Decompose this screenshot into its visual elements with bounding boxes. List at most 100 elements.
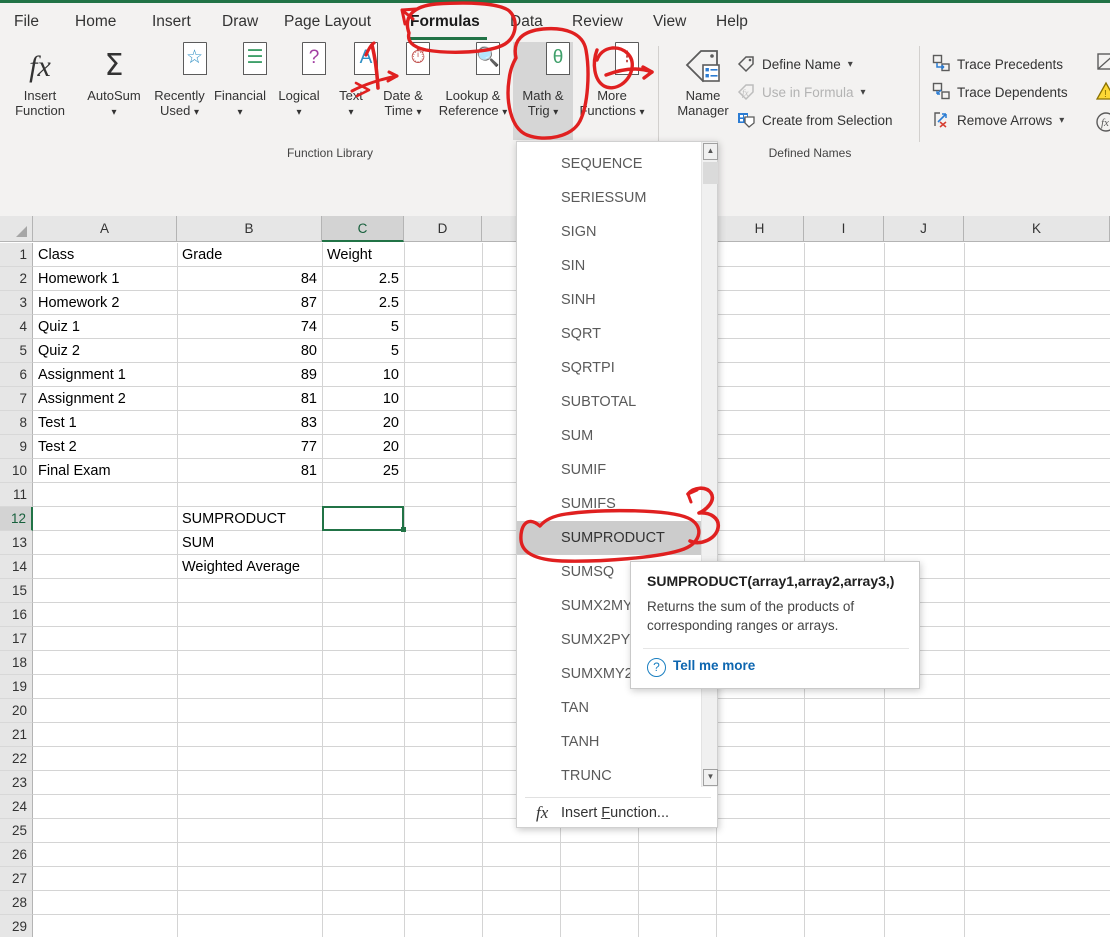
menu-item-trunc[interactable]: TRUNC	[517, 759, 703, 793]
row-header-11[interactable]: 11	[0, 483, 33, 507]
menu-item-sumifs[interactable]: SUMIFS	[517, 487, 703, 521]
row-header-16[interactable]: 16	[0, 603, 33, 627]
cell-B8[interactable]: 83	[178, 411, 321, 435]
ribbon-tab-view[interactable]: View	[644, 4, 695, 40]
cell-A4[interactable]: Quiz 1	[34, 315, 176, 339]
menu-item-seriessum[interactable]: SERIESSUM	[517, 181, 703, 215]
ribbon-tab-draw[interactable]: Draw	[213, 4, 267, 40]
row-header-17[interactable]: 17	[0, 627, 33, 651]
row-header-18[interactable]: 18	[0, 651, 33, 675]
formula-auditing-clipped-icons[interactable]: ! fx	[1096, 50, 1110, 140]
row-header-24[interactable]: 24	[0, 795, 33, 819]
menu-item-sqrt[interactable]: SQRT	[517, 317, 703, 351]
row-header-7[interactable]: 7	[0, 387, 33, 411]
cell-A3[interactable]: Homework 2	[34, 291, 176, 315]
ribbon-command-define-name[interactable]: Define Name ▾	[737, 52, 853, 76]
menu-item-sign[interactable]: SIGN	[517, 215, 703, 249]
ribbon-command-trace-dependents[interactable]: Trace Dependents	[932, 80, 1068, 104]
menu-item-tan[interactable]: TAN	[517, 691, 703, 725]
cell-B7[interactable]: 81	[178, 387, 321, 411]
cell-B13[interactable]: SUM	[178, 531, 321, 555]
ribbon-button-recently-used[interactable]: ☆ Recently Used ▾	[148, 42, 211, 140]
cell-B5[interactable]: 80	[178, 339, 321, 363]
ribbon-button-financial[interactable]: ☰ Financial ▾	[210, 42, 270, 140]
cell-C8[interactable]: 20	[323, 411, 403, 435]
ribbon-tab-help[interactable]: Help	[707, 4, 757, 40]
cell-C6[interactable]: 10	[323, 363, 403, 387]
row-header-20[interactable]: 20	[0, 699, 33, 723]
select-all-corner[interactable]	[0, 216, 33, 242]
ribbon-tab-page-layout[interactable]: Page Layout	[275, 4, 380, 40]
fill-handle[interactable]	[401, 527, 406, 532]
cell-C3[interactable]: 2.5	[323, 291, 403, 315]
menu-item-sum[interactable]: SUM	[517, 419, 703, 453]
ribbon-tab-formulas[interactable]: Formulas	[401, 4, 489, 40]
column-header-H[interactable]: H	[716, 216, 804, 242]
cell-B10[interactable]: 81	[178, 459, 321, 483]
ribbon-button-lookup-reference[interactable]: 🔍 Lookup & Reference ▾	[434, 42, 512, 140]
ribbon-command-remove-arrows[interactable]: Remove Arrows ▾	[932, 108, 1064, 132]
menu-item-tanh[interactable]: TANH	[517, 725, 703, 759]
menu-item-sin[interactable]: SIN	[517, 249, 703, 283]
row-header-10[interactable]: 10	[0, 459, 33, 483]
cell-B12[interactable]: SUMPRODUCT	[178, 507, 321, 531]
ribbon-tab-file[interactable]: File	[5, 4, 48, 40]
row-header-15[interactable]: 15	[0, 579, 33, 603]
cell-A7[interactable]: Assignment 2	[34, 387, 176, 411]
ribbon-button-insert-function[interactable]: fx Insert Function	[6, 42, 74, 140]
cell-C9[interactable]: 20	[323, 435, 403, 459]
cell-B1[interactable]: Grade	[178, 243, 321, 267]
scroll-down-arrow-icon[interactable]: ▼	[703, 769, 718, 786]
column-header-D[interactable]: D	[404, 216, 482, 242]
row-header-1[interactable]: 1	[0, 243, 33, 267]
column-header-B[interactable]: B	[177, 216, 322, 242]
cell-C4[interactable]: 5	[323, 315, 403, 339]
ribbon-button-autosum[interactable]: Σ AutoSum ▾	[80, 42, 148, 140]
row-header-2[interactable]: 2	[0, 267, 33, 291]
math-trig-dropdown-menu[interactable]: SEQUENCE SERIESSUM SIGN SIN SINH SQRT SQRTPI SU…	[516, 141, 718, 828]
row-header-23[interactable]: 23	[0, 771, 33, 795]
row-header-3[interactable]: 3	[0, 291, 33, 315]
row-header-9[interactable]: 9	[0, 435, 33, 459]
row-header-12[interactable]: 12	[0, 507, 33, 531]
ribbon-tab-review[interactable]: Review	[563, 4, 632, 40]
row-header-6[interactable]: 6	[0, 363, 33, 387]
ribbon-button-logical[interactable]: ? Logical ▾	[270, 42, 328, 140]
row-header-8[interactable]: 8	[0, 411, 33, 435]
function-list[interactable]: SEQUENCE SERIESSUM SIGN SIN SINH SQRT SQRTPI SU…	[517, 147, 703, 792]
row-header-21[interactable]: 21	[0, 723, 33, 747]
ribbon-button-more-functions[interactable]: ⁝ More Functions ▾	[575, 42, 649, 140]
column-header-I[interactable]: I	[804, 216, 884, 242]
cell-A1[interactable]: Class	[34, 243, 176, 267]
cell-C1[interactable]: Weight	[323, 243, 403, 267]
row-header-13[interactable]: 13	[0, 531, 33, 555]
cell-B2[interactable]: 84	[178, 267, 321, 291]
ribbon-command-use-in-formula[interactable]: fx Use in Formula ▾	[737, 80, 866, 104]
cell-B3[interactable]: 87	[178, 291, 321, 315]
row-header-5[interactable]: 5	[0, 339, 33, 363]
ribbon-tab-insert[interactable]: Insert	[143, 4, 200, 40]
column-header-J[interactable]: J	[884, 216, 964, 242]
ribbon-button-text[interactable]: A Text ▾	[330, 42, 378, 140]
menu-item-subtotal[interactable]: SUBTOTAL	[517, 385, 703, 419]
ribbon-button-date-time[interactable]: ⏱ Date & Time ▾	[374, 42, 432, 140]
ribbon-command-trace-precedents[interactable]: Trace Precedents	[932, 52, 1063, 76]
cell-A9[interactable]: Test 2	[34, 435, 176, 459]
menu-item-sqrtpi[interactable]: SQRTPI	[517, 351, 703, 385]
cell-A10[interactable]: Final Exam	[34, 459, 176, 483]
chevron-down-icon[interactable]: ▾	[861, 87, 866, 98]
chevron-down-icon[interactable]: ▾	[1059, 115, 1064, 126]
row-header-28[interactable]: 28	[0, 891, 33, 915]
ribbon-tab-home[interactable]: Home	[66, 4, 125, 40]
cell-B9[interactable]: 77	[178, 435, 321, 459]
cell-A5[interactable]: Quiz 2	[34, 339, 176, 363]
cell-C2[interactable]: 2.5	[323, 267, 403, 291]
cell-B4[interactable]: 74	[178, 315, 321, 339]
chevron-down-icon[interactable]: ▾	[848, 59, 853, 70]
cell-B14[interactable]: Weighted Average	[178, 555, 321, 579]
row-header-4[interactable]: 4	[0, 315, 33, 339]
scroll-up-arrow-icon[interactable]: ▲	[703, 143, 718, 160]
column-header-C[interactable]: C	[322, 216, 404, 242]
cell-A8[interactable]: Test 1	[34, 411, 176, 435]
menu-item-sumif[interactable]: SUMIF	[517, 453, 703, 487]
